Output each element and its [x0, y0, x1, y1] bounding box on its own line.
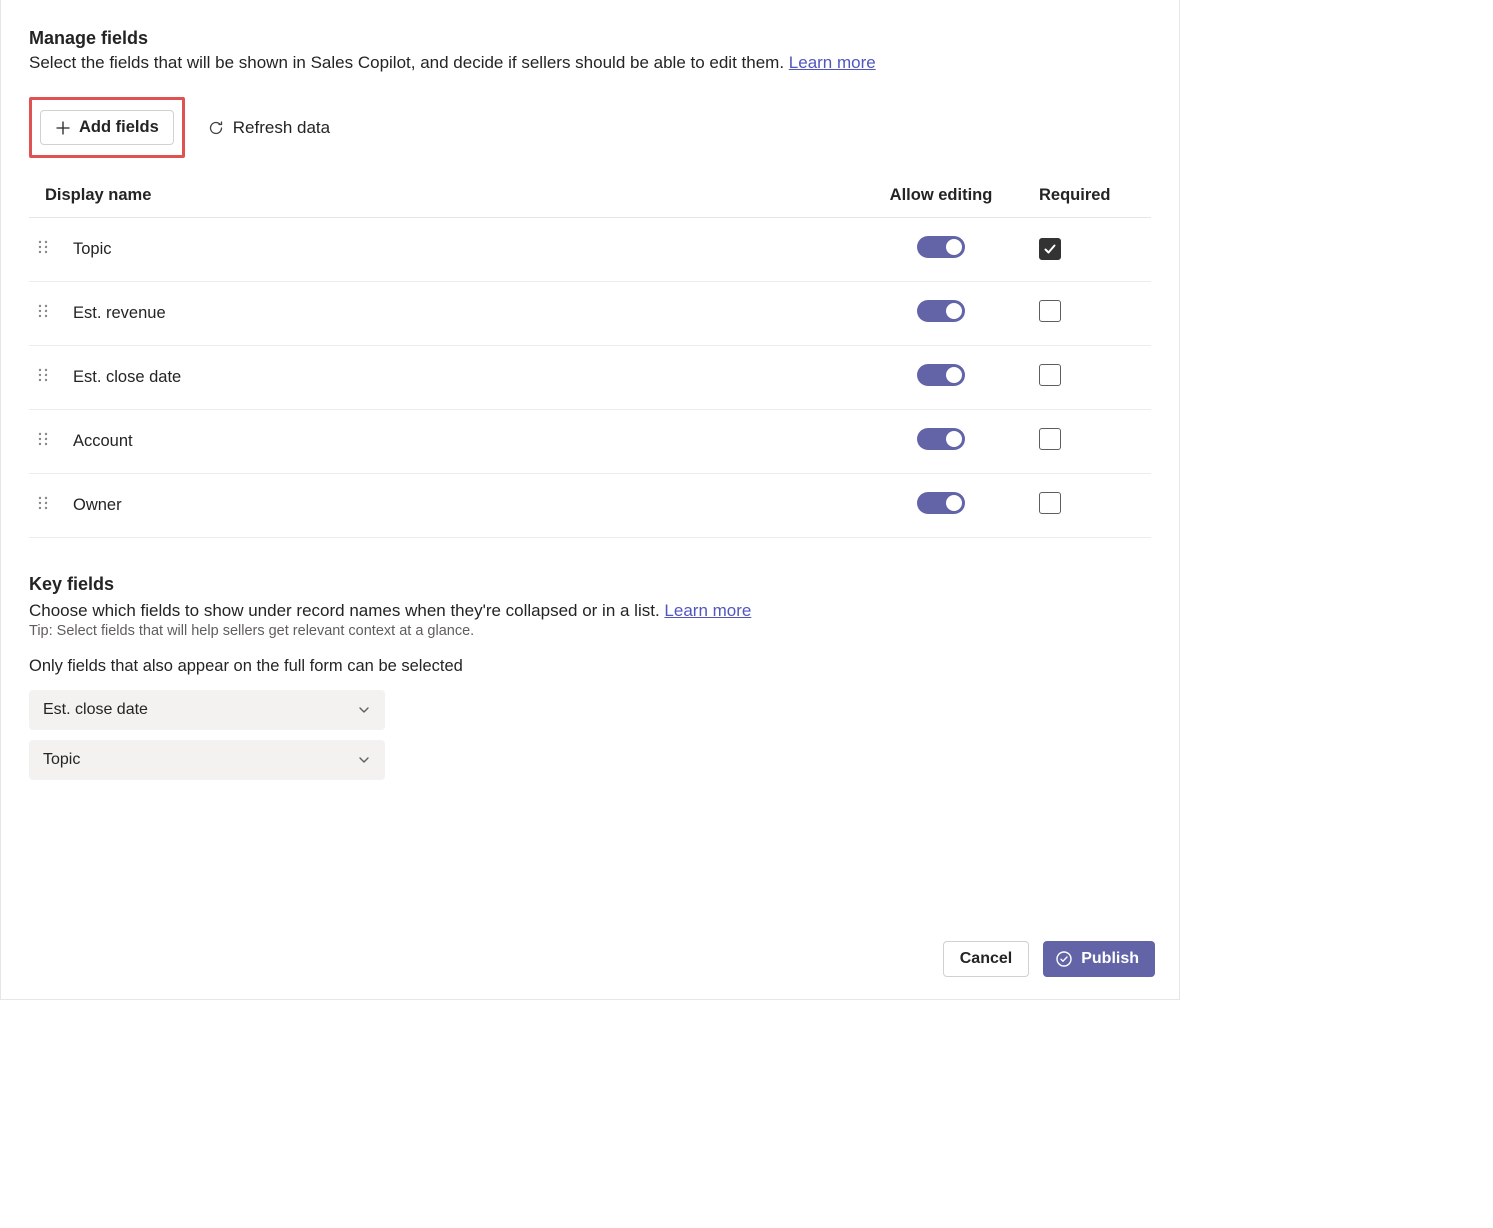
- toolbar: Add fields Refresh data: [29, 97, 1151, 158]
- allow-editing-toggle[interactable]: [917, 300, 965, 322]
- table-row: Owner: [29, 474, 1151, 538]
- select-value: Est. close date: [43, 701, 148, 719]
- allow-editing-toggle[interactable]: [917, 492, 965, 514]
- plus-icon: [55, 120, 71, 136]
- key-fields-description: Choose which fields to show under record…: [29, 601, 1151, 621]
- table-row: Est. close date: [29, 346, 1151, 410]
- refresh-data-label: Refresh data: [233, 118, 330, 138]
- drag-handle-icon[interactable]: [37, 239, 49, 255]
- key-fields-title: Key fields: [29, 574, 1151, 595]
- field-name: Est. close date: [73, 368, 181, 386]
- column-header-required: Required: [1031, 176, 1151, 218]
- publish-button[interactable]: Publish: [1043, 941, 1155, 977]
- key-field-select[interactable]: Est. close date: [29, 690, 385, 730]
- select-value: Topic: [43, 751, 80, 769]
- table-row: Account: [29, 410, 1151, 474]
- required-checkbox[interactable]: [1039, 428, 1061, 450]
- drag-handle-icon[interactable]: [37, 367, 49, 383]
- table-row: Topic: [29, 218, 1151, 282]
- allow-editing-toggle[interactable]: [917, 236, 965, 258]
- checkmark-circle-icon: [1055, 950, 1073, 968]
- drag-handle-icon[interactable]: [37, 495, 49, 511]
- column-header-allow-editing: Allow editing: [851, 176, 1031, 218]
- field-name: Account: [73, 432, 133, 450]
- footer-actions: Cancel Publish: [943, 941, 1155, 977]
- refresh-icon: [207, 119, 225, 137]
- key-fields-selects: Est. close date Topic: [29, 690, 1151, 780]
- key-fields-description-text: Choose which fields to show under record…: [29, 601, 664, 620]
- manage-fields-panel: Manage fields Select the fields that wil…: [0, 0, 1180, 1000]
- manage-fields-title: Manage fields: [29, 28, 1151, 49]
- field-name: Est. revenue: [73, 304, 166, 322]
- manage-fields-description-text: Select the fields that will be shown in …: [29, 53, 789, 72]
- add-fields-highlight: Add fields: [29, 97, 185, 158]
- allow-editing-toggle[interactable]: [917, 364, 965, 386]
- column-header-display-name: Display name: [29, 176, 851, 218]
- required-checkbox[interactable]: [1039, 238, 1061, 260]
- key-fields-learn-more-link[interactable]: Learn more: [664, 601, 751, 620]
- table-row: Est. revenue: [29, 282, 1151, 346]
- key-fields-tip: Tip: Select fields that will help seller…: [29, 623, 1151, 639]
- key-fields-note: Only fields that also appear on the full…: [29, 657, 1151, 676]
- fields-table: Display name Allow editing Required Topi…: [29, 176, 1151, 538]
- add-fields-button[interactable]: Add fields: [40, 110, 174, 145]
- required-checkbox[interactable]: [1039, 364, 1061, 386]
- required-checkbox[interactable]: [1039, 300, 1061, 322]
- key-field-select[interactable]: Topic: [29, 740, 385, 780]
- cancel-button[interactable]: Cancel: [943, 941, 1029, 977]
- chevron-down-icon: [357, 753, 371, 767]
- field-name: Owner: [73, 496, 122, 514]
- allow-editing-toggle[interactable]: [917, 428, 965, 450]
- drag-handle-icon[interactable]: [37, 431, 49, 447]
- manage-fields-description: Select the fields that will be shown in …: [29, 53, 1151, 73]
- publish-label: Publish: [1081, 950, 1139, 968]
- learn-more-link[interactable]: Learn more: [789, 53, 876, 72]
- required-checkbox[interactable]: [1039, 492, 1061, 514]
- drag-handle-icon[interactable]: [37, 303, 49, 319]
- chevron-down-icon: [357, 703, 371, 717]
- field-name: Topic: [73, 240, 112, 258]
- refresh-data-button[interactable]: Refresh data: [199, 111, 338, 145]
- add-fields-label: Add fields: [79, 118, 159, 137]
